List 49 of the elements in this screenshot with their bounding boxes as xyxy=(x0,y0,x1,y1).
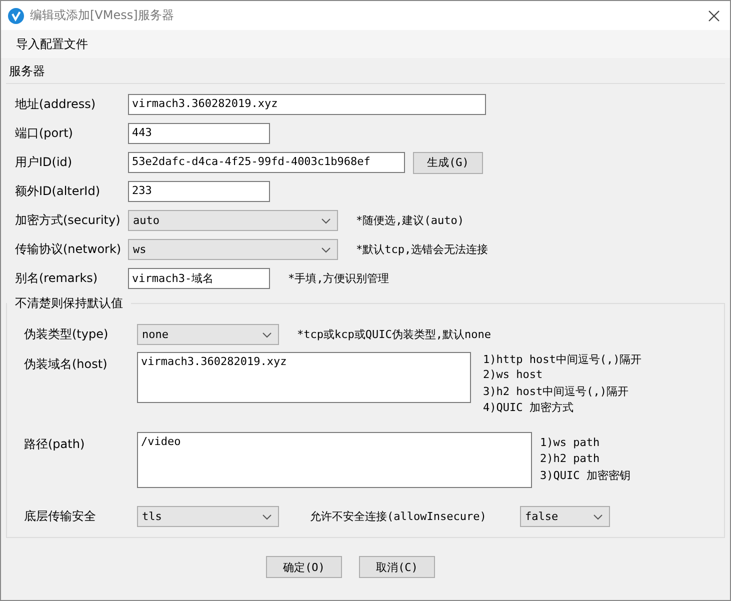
hint-text: 2)ws host xyxy=(483,368,544,383)
ok-button[interactable]: 确定(O) xyxy=(266,556,342,578)
cancel-button[interactable]: 取消(C) xyxy=(359,556,435,578)
field-label: 用户ID(id) xyxy=(15,154,74,171)
field-label: 伪装类型(type) xyxy=(24,326,110,343)
chevron-down-icon xyxy=(593,514,603,520)
text-field[interactable]: 443 xyxy=(128,123,270,144)
text-field[interactable]: virmach3.360282019.xyz xyxy=(128,94,486,115)
dropdown[interactable]: tls xyxy=(137,506,279,527)
dropdown[interactable]: ws xyxy=(128,239,338,260)
menu-item[interactable]: 导入配置文件 xyxy=(16,36,88,52)
field-label: 别名(remarks) xyxy=(15,270,99,287)
hint-text: 4)QUIC 加密方式 xyxy=(483,400,574,416)
hint-text: 2)h2 path xyxy=(540,452,601,467)
text-field[interactable]: virmach3-域名 xyxy=(128,268,270,289)
field-label: 允许不安全连接(allowInsecure) xyxy=(310,509,488,524)
hint-text: *默认tcp,选错会无法连接 xyxy=(356,242,488,257)
generate-button[interactable]: 生成(G) xyxy=(413,152,483,174)
field-label: 地址(address) xyxy=(15,96,97,113)
field-label: 传输协议(network) xyxy=(15,241,122,258)
field-label: 端口(port) xyxy=(15,125,74,142)
hint-text: 3)QUIC 加密密钥 xyxy=(540,468,630,484)
dropdown[interactable]: false xyxy=(520,506,610,527)
hint-text: *tcp或kcp或QUIC伪装类型,默认none xyxy=(297,327,491,342)
hint-text: 1)http host中间逗号(,)隔开 xyxy=(483,352,642,368)
chevron-down-icon xyxy=(262,514,272,520)
hint-text: 3)h2 host中间逗号(,)隔开 xyxy=(483,384,630,400)
chevron-down-icon xyxy=(321,246,331,252)
chevron-down-icon xyxy=(262,332,272,338)
text-area[interactable]: virmach3.360282019.xyz xyxy=(137,352,471,403)
field-label: 伪装域名(host) xyxy=(24,356,108,373)
field-label: 加密方式(security) xyxy=(15,212,122,229)
field-label: 额外ID(alterId) xyxy=(15,183,102,200)
group-title: 服务器 xyxy=(6,58,725,84)
field-label: 底层传输安全 xyxy=(24,508,97,525)
hint-text: *手填,方便识别管理 xyxy=(288,271,390,286)
close-icon[interactable] xyxy=(708,10,720,22)
field-label: 路径(path) xyxy=(24,436,86,453)
window-title: 编辑或添加[VMess]服务器 xyxy=(30,7,175,24)
group-title: 不清楚则保持默认值 xyxy=(7,295,131,312)
text-field[interactable]: 233 xyxy=(128,181,270,202)
dropdown[interactable]: none xyxy=(137,324,279,345)
app-logo-icon xyxy=(8,8,24,24)
hint-text: *随便选,建议(auto) xyxy=(356,213,464,228)
chevron-down-icon xyxy=(321,218,331,224)
text-area[interactable]: /video xyxy=(137,432,532,488)
hint-text: 1)ws path xyxy=(540,436,601,451)
dropdown[interactable]: auto xyxy=(128,210,338,231)
text-field[interactable]: 53e2dafc-d4ca-4f25-99fd-4003c1b968ef xyxy=(128,152,405,173)
